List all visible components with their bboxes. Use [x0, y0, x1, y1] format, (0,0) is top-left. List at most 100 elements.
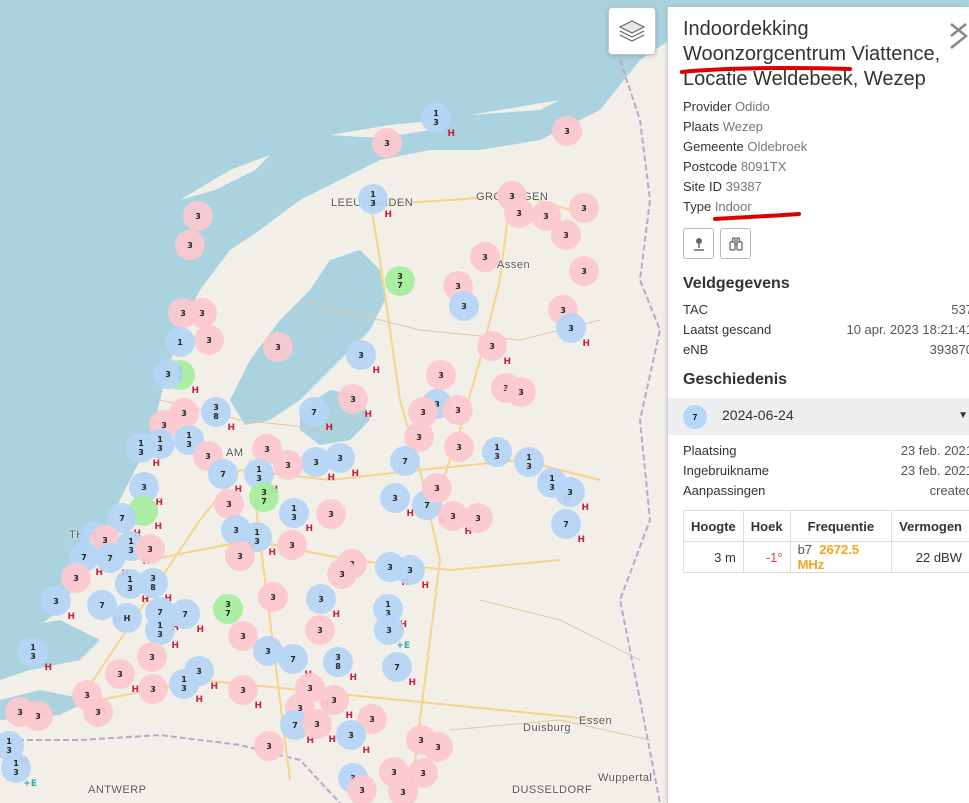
site-marker-count: 3 [240, 631, 246, 641]
site-marker[interactable]: 3 [153, 359, 183, 389]
site-marker[interactable]: 3H [228, 675, 262, 711]
site-marker[interactable]: 3 [423, 732, 453, 762]
site-marker[interactable]: 3H [555, 477, 589, 513]
site-marker[interactable]: 3 [388, 777, 418, 803]
view-binoculars-button[interactable] [720, 228, 751, 259]
site-marker[interactable]: 7H [208, 459, 242, 495]
site-marker[interactable]: 7H [170, 599, 204, 635]
site-marker[interactable]: 3H [395, 555, 429, 591]
prop-gemeente: Gemeente Oldebroek [683, 139, 808, 154]
site-marker[interactable]: 3 [194, 325, 224, 355]
locate-pin-button[interactable] [683, 228, 714, 259]
site-marker[interactable]: 3H [477, 331, 511, 367]
site-marker[interactable]: 3 [263, 332, 293, 362]
site-marker[interactable]: 7H [95, 543, 129, 579]
site-marker[interactable]: 3 [470, 242, 500, 272]
site-marker[interactable]: 3 [426, 360, 456, 390]
site-marker[interactable]: 3H [41, 586, 75, 622]
site-marker[interactable]: 13H [18, 637, 52, 673]
site-marker-count: 1 [291, 504, 297, 513]
veldgegevens-list: TAC537 Laatst gescand10 apr. 2023 18:21:… [683, 300, 969, 360]
site-marker[interactable]: 3 [137, 642, 167, 672]
site-marker[interactable]: 3 +E [374, 615, 410, 651]
site-marker[interactable]: 3 [277, 530, 307, 560]
site-marker[interactable]: 3 [569, 193, 599, 223]
layer-switcher-button[interactable] [608, 7, 656, 55]
site-marker[interactable]: 3 [258, 582, 288, 612]
site-marker[interactable]: 7H [382, 652, 416, 688]
site-marker[interactable]: 3 [504, 198, 534, 228]
cell-frequentie: b7 2672.5 MHz [789, 541, 893, 573]
site-marker[interactable]: 3 [443, 395, 473, 425]
site-marker[interactable]: 3H [556, 313, 590, 349]
site-marker[interactable]: 3 [175, 230, 205, 260]
site-marker[interactable]: 13H [358, 184, 392, 220]
site-marker-count: 7 [225, 609, 231, 618]
site-marker[interactable]: 37 [249, 482, 279, 512]
site-marker[interactable]: 3H [105, 659, 139, 695]
site-marker-count: 1 [370, 190, 376, 199]
site-marker-count: 3 [291, 513, 297, 522]
site-marker[interactable]: 3 [551, 220, 581, 250]
site-marker[interactable]: 3 [5, 697, 35, 727]
site-marker[interactable]: 3H [302, 709, 336, 745]
site-marker[interactable]: 37 [385, 266, 415, 296]
site-marker[interactable]: 3 [569, 256, 599, 286]
site-marker-count: 3 [17, 707, 23, 717]
caret-down-icon[interactable]: ▼ [958, 410, 968, 421]
pin-icon [693, 237, 704, 251]
site-marker[interactable]: 13H [169, 669, 203, 705]
site-marker[interactable]: 37 [213, 594, 243, 624]
site-marker[interactable]: 3 [187, 298, 217, 328]
marker-h-badge: H [364, 410, 372, 420]
site-marker[interactable]: 3 [316, 499, 346, 529]
history-entry[interactable]: 7 2024-06-24 ▼ [668, 398, 969, 435]
col-vermogen: Vermogen [891, 510, 969, 542]
site-marker[interactable]: 38H [323, 647, 357, 683]
site-marker[interactable]: H [112, 603, 142, 633]
site-marker[interactable]: 13H [279, 498, 313, 534]
site-marker[interactable]: 7 [390, 446, 420, 476]
site-marker[interactable]: 3 [273, 450, 303, 480]
site-marker[interactable]: 3H [306, 584, 340, 620]
site-marker[interactable]: 3H [301, 447, 335, 483]
site-marker[interactable]: 3H [380, 483, 414, 519]
site-marker[interactable]: 3 [305, 615, 335, 645]
site-marker[interactable]: 3 [183, 201, 213, 231]
site-marker[interactable]: 7H [278, 644, 312, 680]
site-marker[interactable]: 1 3 +E [1, 753, 37, 789]
site-marker-count: 3 [225, 600, 231, 609]
site-marker[interactable]: 3 [552, 116, 582, 146]
site-marker[interactable]: 3 [327, 559, 357, 589]
site-marker[interactable]: 3 [135, 534, 165, 564]
site-marker[interactable]: 3 [372, 128, 402, 158]
site-marker-count: 3 [128, 546, 134, 555]
site-marker[interactable]: 1 [165, 327, 195, 357]
site-marker[interactable]: 38H [138, 568, 172, 604]
site-marker[interactable]: 3 [422, 473, 452, 503]
site-marker[interactable]: 7H [299, 397, 333, 433]
site-marker[interactable]: 3 [254, 731, 284, 761]
site-marker[interactable]: 3H [346, 340, 380, 376]
site-marker-count: 3 [147, 544, 153, 554]
veld-row-laatst-gescand: Laatst gescand 10 apr. 2023 18:21:41 [683, 322, 969, 337]
site-marker[interactable]: 3 [444, 432, 474, 462]
site-marker[interactable]: 13 [145, 429, 175, 459]
site-marker[interactable]: 3 [138, 674, 168, 704]
site-marker[interactable]: 3 [225, 541, 255, 571]
site-marker[interactable]: 3 [449, 291, 479, 321]
site-marker[interactable]: 13H [421, 103, 455, 139]
site-marker[interactable]: 38H [201, 397, 235, 433]
site-marker[interactable]: 7H [551, 509, 585, 545]
site-marker[interactable]: 3 [506, 377, 536, 407]
site-marker-count: 3 [433, 118, 439, 127]
site-marker[interactable]: 3 [463, 503, 493, 533]
site-marker[interactable]: 3 [347, 775, 377, 803]
site-marker[interactable]: 13 [482, 437, 512, 467]
site-marker-count: 3 [195, 211, 201, 221]
history-row-aanpassingen: Aanpassingen created [683, 483, 969, 498]
site-marker[interactable]: 3 [83, 697, 113, 727]
site-marker-count: 1 [186, 431, 192, 440]
site-marker[interactable]: 3H [336, 720, 370, 756]
site-marker[interactable]: 3H [338, 384, 372, 420]
